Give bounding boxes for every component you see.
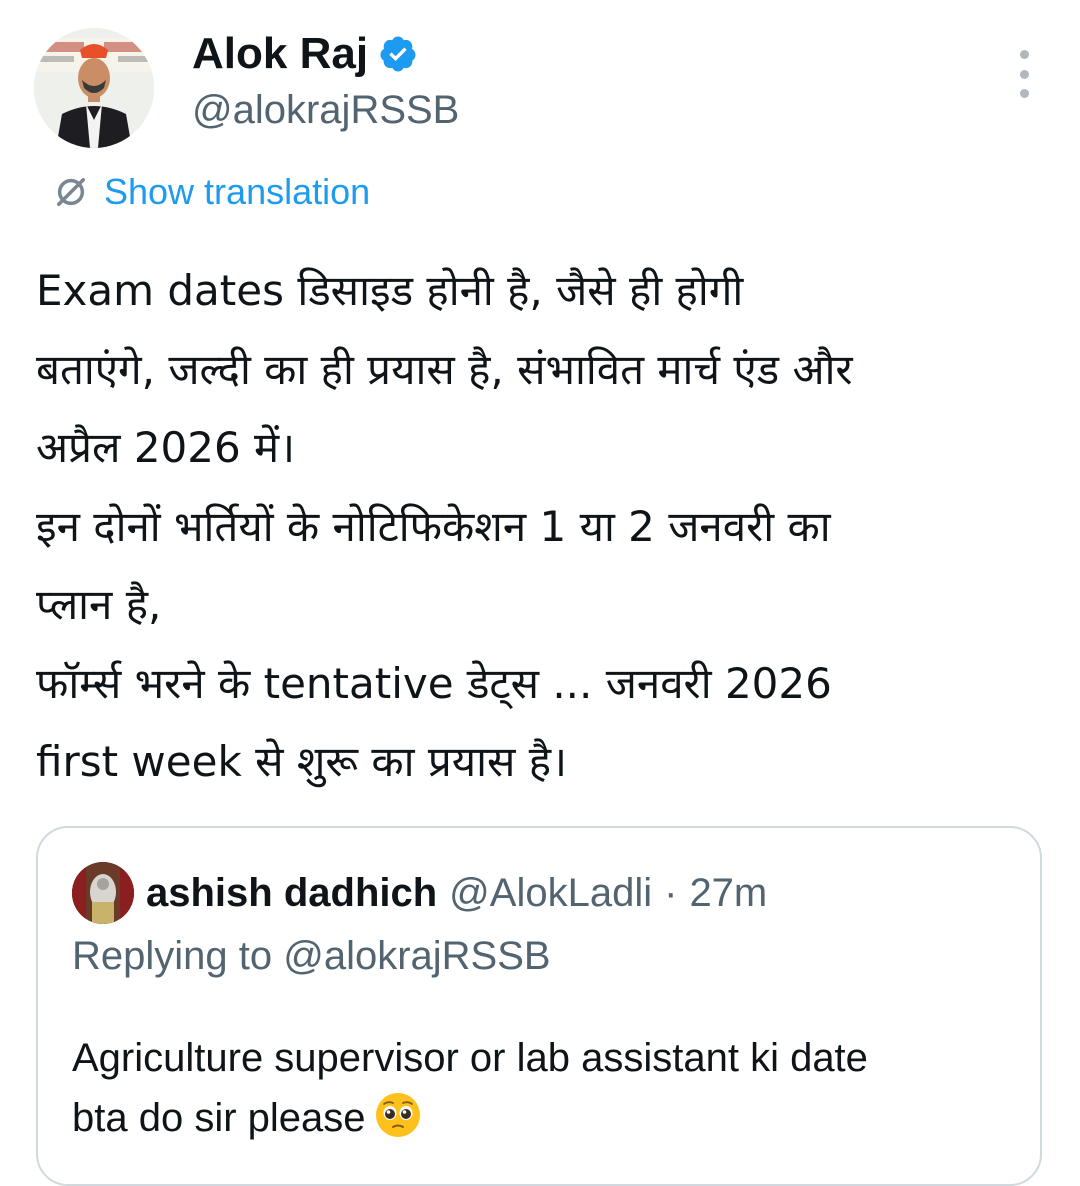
quoted-tweet-body: Agriculture supervisor or lab assistant … [72, 1028, 1022, 1148]
meta-separator: · [664, 870, 678, 915]
tweet-header: Alok Raj @alokrajRSSB [34, 28, 1044, 148]
tweet-text-line: Exam dates डिसाइड होनी है, जैसे ही होगी [36, 266, 744, 315]
author-avatar-image [34, 28, 154, 148]
tweet-text-line: अप्रैल 2026 में। [36, 423, 296, 472]
tweet-text-line: first week से शुरू का प्रयास है। [36, 737, 567, 786]
author-display-name[interactable]: Alok Raj [192, 30, 368, 78]
tweet-body: Exam dates डिसाइड होनी है, जैसे ही होगी … [36, 252, 1051, 802]
quoted-text-line: bta do sir please [72, 1096, 366, 1140]
author-handle[interactable]: @alokrajRSSB [192, 86, 459, 134]
tweet-text-line: प्लान है, [36, 580, 162, 629]
quoted-author-handle[interactable]: @AlokLadli [449, 871, 652, 916]
author-avatar[interactable] [34, 28, 154, 148]
replying-to-label: Replying to @alokrajRSSB [72, 934, 551, 978]
quoted-author-name[interactable]: ashish dadhich [146, 871, 437, 916]
tweet-text-line: इन दोनों भर्तियों के नोटिफिकेशन 1 या 2 ज… [36, 501, 831, 551]
quoted-tweet-header: ashish dadhich @AlokLadli · 27m [72, 862, 767, 924]
show-translation-label: Show translation [104, 171, 371, 212]
quoted-timestamp[interactable]: 27m [689, 871, 767, 916]
show-translation-link[interactable]: Show translation [50, 170, 370, 214]
quoted-text-line-with-emoji: bta do sir please [72, 1088, 1022, 1148]
verified-badge-icon [380, 36, 416, 72]
quoted-tweet-card[interactable]: ashish dadhich @AlokLadli · 27m Replying… [36, 826, 1042, 1186]
quoted-author-avatar-image [72, 862, 134, 924]
translate-icon [57, 178, 85, 206]
quoted-author-avatar[interactable] [72, 862, 134, 924]
quoted-text-line: Agriculture supervisor or lab assistant … [72, 1036, 868, 1080]
tweet-text-line: फॉर्म्स भरने के tentative डेट्स ... जनवर… [36, 658, 832, 708]
more-vertical-icon [1019, 50, 1029, 59]
pleading-face-emoji [375, 1093, 420, 1137]
more-options-button[interactable] [1010, 50, 1038, 98]
author-name-row: Alok Raj [192, 30, 418, 78]
tweet-text-line: बताएंगे, जल्दी का ही प्रयास है, संभावित … [36, 344, 853, 394]
